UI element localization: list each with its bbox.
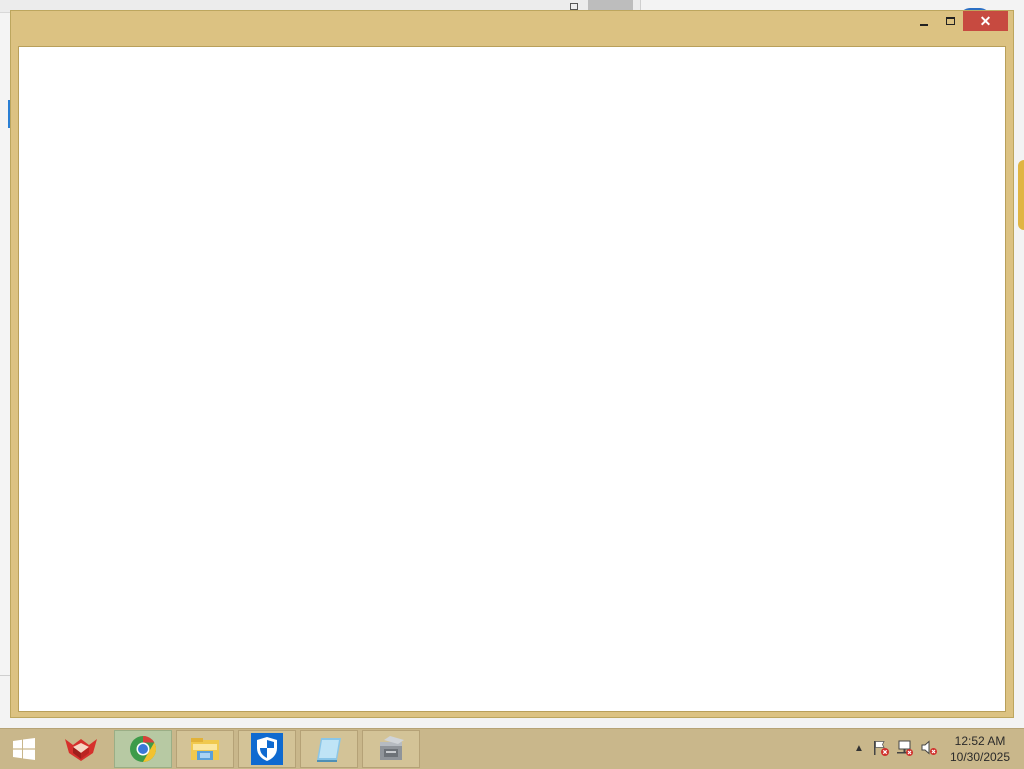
minimize-icon — [920, 24, 928, 26]
network-icon — [897, 740, 913, 756]
clock-date: 10/30/2025 — [949, 750, 1011, 764]
taskbar-app-archive-tool[interactable] — [362, 730, 420, 768]
action-center-button[interactable] — [872, 739, 890, 757]
network-button[interactable] — [896, 739, 914, 757]
archive-tool-icon — [380, 736, 404, 760]
close-button[interactable]: ✕ — [963, 11, 1008, 31]
chevron-up-icon: ▲ — [854, 742, 864, 754]
start-button[interactable] — [0, 729, 48, 769]
volume-muted-icon — [921, 740, 937, 755]
taskbar: ▲ 12:52 AM 10/30/2025 — [0, 728, 1024, 769]
maximize-button[interactable] — [937, 11, 963, 31]
windows-defender-icon — [251, 733, 283, 765]
notepad-icon — [317, 738, 341, 762]
taskbar-app-windows-defender[interactable] — [238, 730, 296, 768]
file-explorer-icon — [191, 738, 219, 760]
taskbar-app-chrome[interactable] — [114, 730, 172, 768]
action-center-flag-icon — [874, 741, 889, 756]
clock-time: 12:52 AM — [954, 734, 1006, 748]
taskbar-clock[interactable]: 12:52 AM 10/30/2025 — [938, 733, 1022, 765]
taskbar-app-file-explorer[interactable] — [176, 730, 234, 768]
background-window-edge — [1018, 160, 1024, 230]
maximize-icon — [945, 17, 955, 25]
show-hidden-icons-button[interactable]: ▲ — [850, 739, 868, 757]
window-titlebar[interactable]: ✕ — [11, 11, 1013, 45]
minimize-button[interactable] — [911, 11, 937, 31]
window-content-area[interactable] — [18, 46, 1006, 712]
volume-button[interactable] — [920, 739, 938, 757]
taskbar-app-notepad[interactable] — [300, 730, 358, 768]
red-cube-app-icon — [65, 739, 97, 761]
taskbar-app-red-cube[interactable] — [52, 730, 110, 768]
main-window: ✕ — [10, 10, 1014, 718]
chrome-browser-icon — [130, 735, 157, 763]
windows-logo-icon — [13, 738, 35, 760]
background-maximize-icon[interactable] — [570, 3, 578, 10]
close-icon: ✕ — [979, 12, 992, 29]
